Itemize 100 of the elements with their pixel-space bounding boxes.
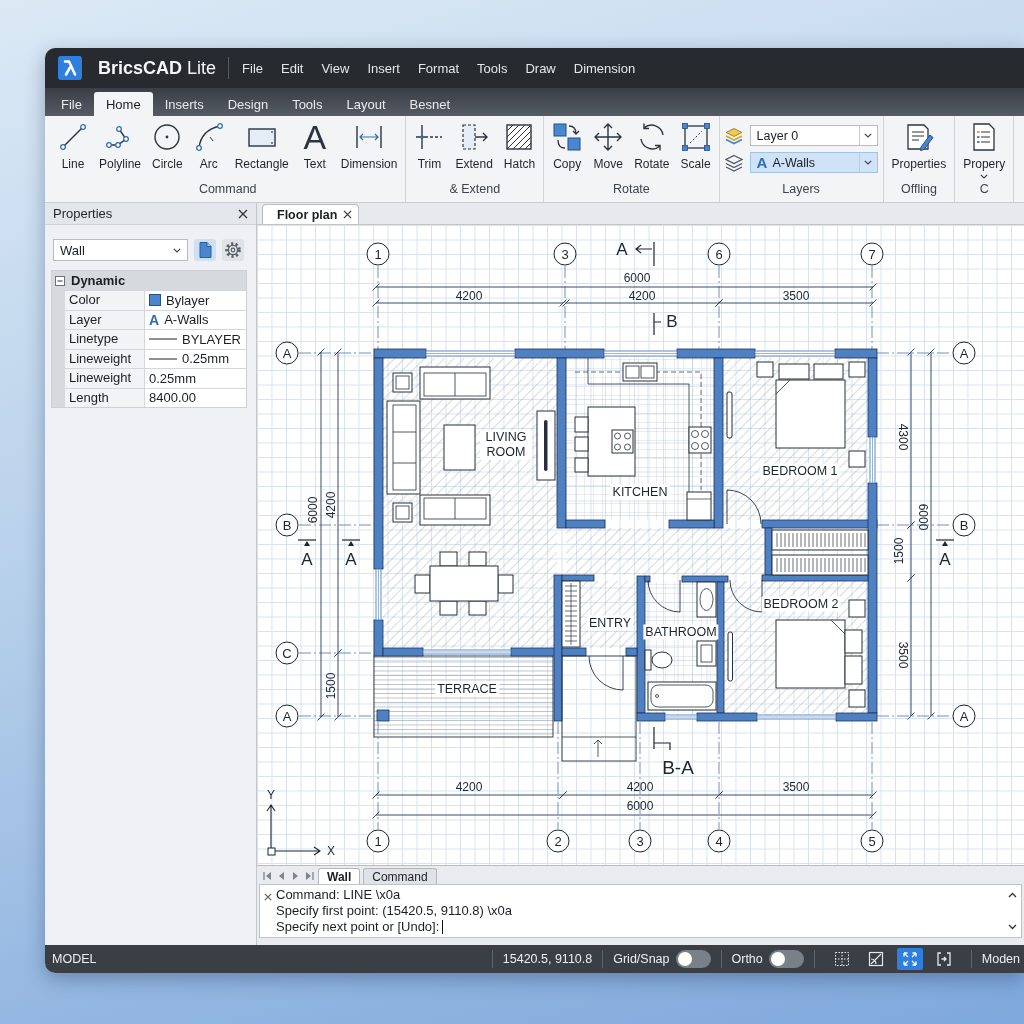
dimension-text: 6000	[915, 503, 929, 531]
ribbon-tab[interactable]: Layout	[334, 92, 398, 116]
menu-item[interactable]: Tools	[468, 56, 517, 80]
command-tab[interactable]: Wall	[318, 868, 361, 884]
copy-icon	[552, 122, 583, 152]
line-sample-icon	[149, 337, 177, 342]
chevron-up-icon	[1007, 892, 1017, 898]
section-label: A	[345, 550, 357, 570]
ribbon-group-label: Layers	[781, 181, 821, 198]
model-space-button[interactable]: MODEL	[52, 952, 97, 966]
ribbon-tab[interactable]: Design	[215, 92, 281, 116]
line-button[interactable]: Line	[55, 120, 91, 180]
previous-icon	[277, 871, 286, 881]
toggle-switch[interactable]	[675, 950, 711, 968]
hatch-button[interactable]: Hatch	[500, 120, 539, 180]
arc-button[interactable]: Arc	[190, 120, 227, 180]
close-button[interactable]	[262, 891, 274, 903]
menu-item[interactable]: File	[233, 56, 272, 80]
property-name: Lineweight	[65, 369, 144, 388]
settings-button[interactable]	[222, 239, 244, 261]
copy-button[interactable]: Copy	[549, 120, 586, 180]
text-button[interactable]: A Text	[296, 120, 333, 180]
sheet-button[interactable]: Propery	[960, 120, 1009, 180]
grid-bubble: A	[275, 704, 299, 728]
menu-item[interactable]: Draw	[516, 56, 565, 80]
extend-button[interactable]: Extend	[452, 120, 496, 180]
rotate-button[interactable]: Rotate	[631, 120, 673, 180]
wall-shelf	[727, 631, 733, 682]
rectangle-button[interactable]: Rectangle	[231, 120, 292, 180]
nightstand	[848, 599, 866, 618]
ribbon-tab[interactable]: File	[49, 92, 94, 116]
room-label: BEDROOM 2	[761, 596, 841, 612]
ribbon-tab[interactable]: Inserts	[152, 92, 216, 116]
color-swatch-icon	[149, 294, 161, 307]
ribbon-tab[interactable]: Tools	[280, 92, 335, 116]
ucs-axes-icon	[266, 804, 321, 856]
snap-button[interactable]	[896, 948, 923, 970]
window-opening	[664, 714, 698, 720]
section-marker	[635, 241, 655, 267]
letter-a-icon: A	[299, 122, 330, 152]
section-marker	[935, 539, 955, 546]
grid-bubble: 7	[860, 242, 884, 266]
grid-bubble: 6	[707, 242, 731, 266]
workspace-button[interactable]: Moden	[981, 952, 1020, 966]
command-tab[interactable]: Command	[363, 868, 437, 884]
coordinates-readout: 15420.5, 9110.8	[502, 952, 593, 966]
room-label: KITCHEN	[610, 484, 670, 500]
layer-dropdown[interactable]: A A-Walls	[749, 152, 878, 173]
move-button[interactable]: Move	[590, 120, 627, 180]
coffee-table	[443, 424, 476, 471]
toggle-switch[interactable]	[768, 950, 804, 968]
menu-item[interactable]: Insert	[358, 56, 409, 80]
object-type-dropdown[interactable]: Wall	[53, 239, 188, 261]
ribbon-tab[interactable]: Home	[93, 92, 153, 116]
dimension-button[interactable]: Dimension	[337, 120, 401, 180]
scale-button[interactable]: Scale	[677, 120, 714, 180]
property-value: 0.25mm	[149, 370, 196, 386]
dimension-text: 4200	[324, 491, 338, 519]
ribbon-tab[interactable]: Besnet	[397, 92, 462, 116]
terrace-post	[376, 709, 390, 722]
polyline-button[interactable]: Polyline	[96, 120, 145, 180]
scroll-down-button[interactable]	[1006, 922, 1018, 932]
stove	[688, 426, 712, 454]
cooktop	[611, 429, 634, 454]
kitchen-sink	[622, 362, 658, 382]
grid-bubble: 1	[366, 829, 390, 853]
dimension-text: 3500	[782, 780, 810, 794]
property-value: A-Walls	[164, 312, 209, 328]
circle-button[interactable]: Circle	[149, 120, 186, 180]
grid-bubble: 4	[707, 829, 731, 853]
scroll-up-button[interactable]	[1006, 890, 1018, 900]
layers-outline-icon	[724, 153, 743, 172]
caret-icon	[864, 133, 873, 138]
menu-item[interactable]: Format	[408, 56, 469, 80]
menu-item[interactable]: Dimension	[564, 56, 645, 80]
dimension-text: 3500	[782, 289, 810, 303]
toilet	[644, 649, 673, 671]
menu-item[interactable]: Edit	[272, 56, 313, 80]
trim-button[interactable]: Trim	[411, 120, 448, 180]
dotted-grid-icon	[833, 951, 850, 967]
text-style-icon: A	[149, 312, 160, 327]
grid-bubble: 3	[553, 242, 577, 266]
layer-dropdown[interactable]: Layer 0	[749, 125, 878, 146]
room-label: BATHROOM	[643, 624, 719, 640]
skip-first-icon	[263, 871, 272, 881]
dimension-text: 6000	[626, 799, 654, 813]
document-button[interactable]	[194, 239, 216, 261]
section-marker	[341, 539, 361, 546]
document-tab[interactable]: Floor plan	[262, 204, 360, 224]
grid-bubble: B	[952, 513, 976, 537]
bar-stool	[574, 457, 589, 473]
properties-button[interactable]: Properties	[888, 120, 950, 180]
text-style-icon: A	[756, 155, 768, 170]
door-swing	[588, 655, 624, 691]
next-icon	[291, 871, 300, 881]
menu-item[interactable]: View	[312, 56, 359, 80]
grid-bubble: 3	[628, 829, 652, 853]
dimension-text: 4200	[628, 289, 656, 303]
window-opening	[869, 436, 876, 484]
close-icon	[238, 208, 248, 219]
